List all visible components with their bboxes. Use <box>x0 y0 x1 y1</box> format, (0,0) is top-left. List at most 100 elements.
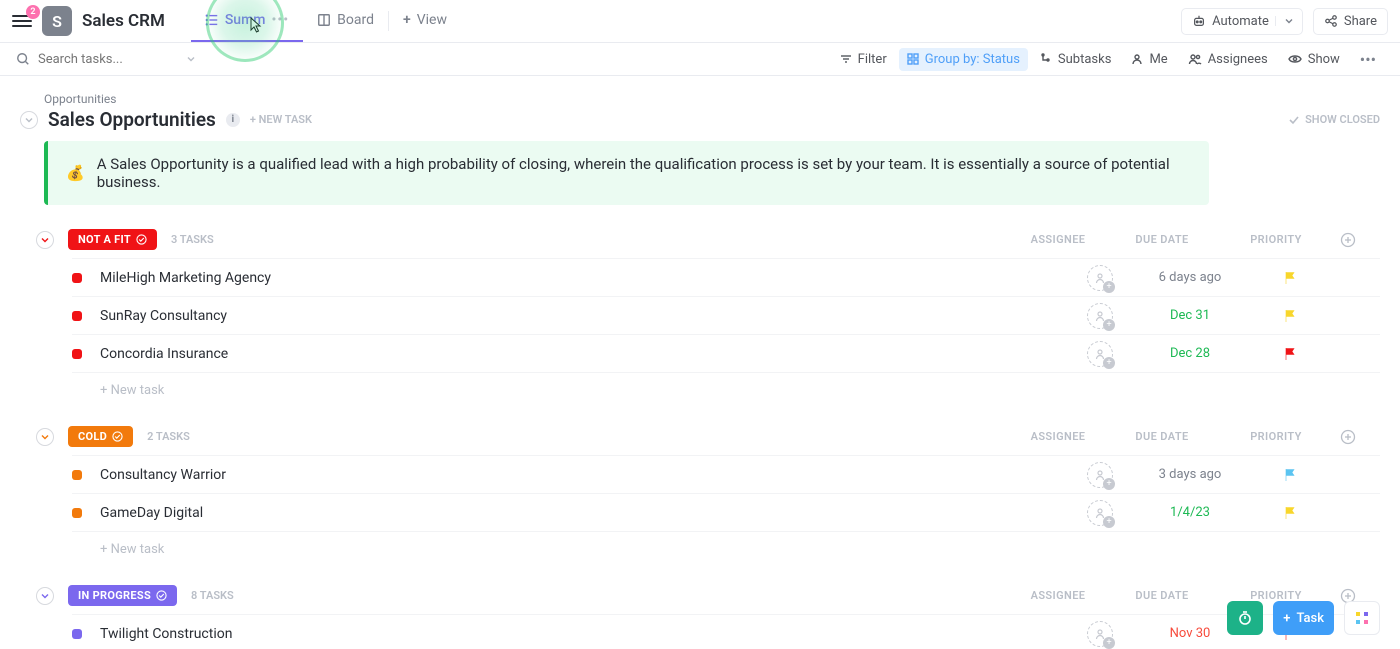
status-badge[interactable]: COLD <box>68 426 133 447</box>
share-button[interactable]: Share <box>1313 8 1388 35</box>
due-date-cell[interactable]: 3 days ago <box>1140 467 1240 482</box>
task-name[interactable]: Concordia Insurance <box>100 346 1060 362</box>
due-date-cell[interactable]: Dec 31 <box>1140 308 1240 323</box>
collapse-group-button[interactable] <box>36 587 54 605</box>
assign-user-button[interactable]: + <box>1087 500 1113 526</box>
status-badge[interactable]: IN PROGRESS <box>68 585 177 606</box>
automate-caret[interactable] <box>1275 16 1302 26</box>
menu-toggle-button[interactable]: 2 <box>12 11 32 31</box>
tab-add-view[interactable]: + View <box>389 0 461 42</box>
robot-icon <box>1192 14 1206 28</box>
chevron-down-icon[interactable] <box>186 54 196 64</box>
due-date-cell[interactable]: 6 days ago <box>1140 270 1240 285</box>
status-name: IN PROGRESS <box>78 589 151 602</box>
new-task-row[interactable]: + New task <box>72 531 1380 561</box>
topbar: 2 S Sales CRM Summ ••• Board + View Auto… <box>0 0 1400 43</box>
people-icon <box>1188 53 1202 65</box>
timer-button[interactable] <box>1227 601 1263 635</box>
tab-board[interactable]: Board <box>303 0 388 42</box>
new-task-floating-button[interactable]: + Task <box>1273 601 1334 635</box>
due-date-cell[interactable]: Nov 30 <box>1140 626 1240 641</box>
collapse-group-button[interactable] <box>36 231 54 249</box>
add-column-button[interactable] <box>1340 429 1380 445</box>
search-input[interactable] <box>38 52 178 67</box>
check-circle-icon <box>112 431 123 442</box>
task-row[interactable]: Concordia Insurance + Dec 28 <box>72 334 1380 372</box>
column-header-assignee: ASSIGNEE <box>1018 589 1098 602</box>
priority-cell[interactable] <box>1240 347 1340 361</box>
task-name[interactable]: SunRay Consultancy <box>100 308 1060 324</box>
eye-icon <box>1288 53 1302 65</box>
task-row[interactable]: Consultancy Warrior + 3 days ago <box>72 455 1380 493</box>
share-label: Share <box>1344 14 1377 29</box>
column-header-priority: PRIORITY <box>1226 430 1326 443</box>
tab-more-icon[interactable]: ••• <box>271 12 289 28</box>
task-row[interactable]: SunRay Consultancy + Dec 31 <box>72 296 1380 334</box>
task-name[interactable]: GameDay Digital <box>100 505 1060 521</box>
assignee-cell[interactable]: + <box>1060 303 1140 329</box>
assignees-button[interactable]: Assignees <box>1180 48 1276 71</box>
filter-label: Filter <box>858 52 887 67</box>
task-name[interactable]: MileHigh Marketing Agency <box>100 270 1060 286</box>
floating-actions: + Task <box>1227 601 1380 635</box>
assign-user-button[interactable]: + <box>1087 621 1113 647</box>
breadcrumb[interactable]: Opportunities <box>44 92 1380 106</box>
assignee-cell[interactable]: + <box>1060 462 1140 488</box>
subtasks-button[interactable]: Subtasks <box>1032 48 1120 71</box>
priority-cell[interactable] <box>1240 468 1340 482</box>
column-header-due-date: DUE DATE <box>1112 430 1212 443</box>
priority-cell[interactable] <box>1240 271 1340 285</box>
subtasks-icon <box>1040 53 1052 65</box>
due-date-cell[interactable]: Dec 28 <box>1140 346 1240 361</box>
show-closed-button[interactable]: SHOW CLOSED <box>1288 113 1380 126</box>
show-button[interactable]: Show <box>1280 48 1348 71</box>
collapse-group-button[interactable] <box>36 428 54 446</box>
chevron-down-icon <box>41 433 49 441</box>
plus-circle-icon <box>1340 429 1356 445</box>
person-icon <box>1131 53 1143 65</box>
flag-icon <box>1283 309 1297 323</box>
status-badge[interactable]: NOT A FIT <box>68 229 157 250</box>
column-header-priority: PRIORITY <box>1226 233 1326 246</box>
filter-button[interactable]: Filter <box>832 48 895 71</box>
priority-cell[interactable] <box>1240 309 1340 323</box>
assign-user-button[interactable]: + <box>1087 462 1113 488</box>
check-circle-icon <box>156 590 167 601</box>
apps-button[interactable] <box>1344 601 1380 635</box>
more-actions-button[interactable]: ••• <box>1352 46 1384 73</box>
assign-user-button[interactable]: + <box>1087 341 1113 367</box>
task-name[interactable]: Twilight Construction <box>100 626 1060 642</box>
task-row[interactable]: GameDay Digital + 1/4/23 <box>72 493 1380 531</box>
assignee-cell[interactable]: + <box>1060 621 1140 647</box>
task-row[interactable]: MileHigh Marketing Agency + 6 days ago <box>72 258 1380 296</box>
assign-user-button[interactable]: + <box>1087 265 1113 291</box>
collapse-section-button[interactable] <box>20 111 38 129</box>
chevron-down-icon <box>1284 16 1294 26</box>
chevron-down-icon <box>25 116 33 124</box>
list-icon <box>205 13 219 27</box>
tab-label: Board <box>337 12 374 28</box>
me-button[interactable]: Me <box>1123 48 1175 71</box>
assignee-cell[interactable]: + <box>1060 500 1140 526</box>
assignee-cell[interactable]: + <box>1060 265 1140 291</box>
add-column-button[interactable] <box>1340 232 1380 248</box>
assignee-cell[interactable]: + <box>1060 341 1140 367</box>
plus-icon: + <box>1103 637 1115 649</box>
plus-icon: + <box>1283 611 1290 626</box>
priority-cell[interactable] <box>1240 506 1340 520</box>
new-task-button[interactable]: + NEW TASK <box>250 113 312 126</box>
assign-user-button[interactable]: + <box>1087 303 1113 329</box>
chevron-down-icon <box>41 236 49 244</box>
new-task-row[interactable]: + New task <box>72 372 1380 402</box>
due-date-cell[interactable]: 1/4/23 <box>1140 505 1240 520</box>
automate-button[interactable]: Automate <box>1181 8 1303 35</box>
info-icon[interactable]: i <box>226 113 240 127</box>
task-name[interactable]: Consultancy Warrior <box>100 467 1060 483</box>
task-row[interactable]: Twilight Construction + Nov 30 <box>72 614 1380 649</box>
chevron-down-icon <box>41 592 49 600</box>
group-by-button[interactable]: Group by: Status <box>899 48 1028 71</box>
task-count: 8 TASKS <box>191 589 234 602</box>
space-avatar[interactable]: S <box>42 6 72 36</box>
flag-icon <box>1283 506 1297 520</box>
tab-summary[interactable]: Summ ••• <box>191 0 303 42</box>
